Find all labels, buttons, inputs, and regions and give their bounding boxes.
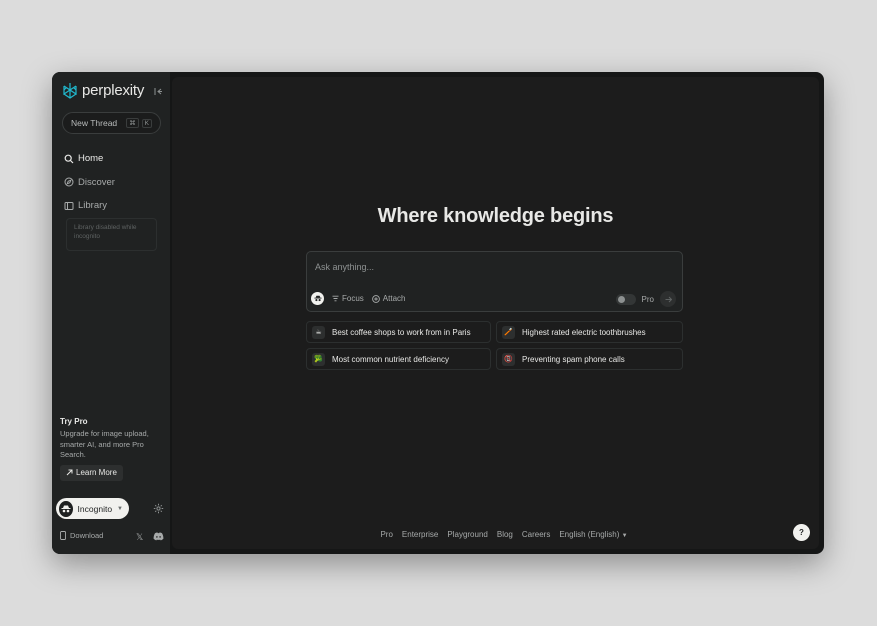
focus-button[interactable]: Focus — [332, 294, 364, 303]
suggestion-card[interactable]: 🥦 Most common nutrient deficiency — [306, 348, 491, 370]
ask-input[interactable] — [315, 260, 675, 274]
sidebar-item-discover[interactable]: Discover — [64, 171, 160, 195]
compass-icon — [64, 177, 74, 187]
pro-label: Pro — [641, 294, 654, 304]
sidebar-item-library[interactable]: Library — [64, 194, 160, 218]
try-pro-panel: Try Pro Upgrade for image upload, smarte… — [60, 417, 166, 481]
footer-link-enterprise[interactable]: Enterprise — [402, 530, 438, 539]
perplexity-logo-icon — [63, 83, 77, 99]
try-pro-description: Upgrade for image upload, smarter AI, an… — [60, 429, 149, 459]
learn-more-button[interactable]: Learn More — [60, 464, 123, 481]
new-thread-label: New Thread — [71, 118, 118, 128]
search-icon — [64, 154, 74, 164]
arrow-right-icon — [665, 296, 672, 302]
discord-icon[interactable] — [153, 532, 164, 541]
brand-logo[interactable]: perplexity — [62, 82, 144, 99]
phone-icon — [60, 531, 66, 540]
sidebar-item-label: Discover — [78, 176, 115, 188]
sidebar-item-label: Home — [78, 153, 104, 165]
pro-controls: Pro — [615, 291, 676, 307]
ask-box: Focus Attach Pro — [306, 251, 683, 312]
broccoli-icon: 🥦 — [312, 352, 325, 366]
library-disabled-notice: Library disabled while incognito — [66, 218, 157, 251]
suggestion-label: Preventing spam phone calls — [522, 354, 625, 364]
suggestion-label: Best coffee shops to work from in Paris — [332, 327, 471, 337]
download-link[interactable]: Download — [60, 531, 103, 540]
suggestion-card[interactable]: 🪥 Highest rated electric toothbrushes — [496, 321, 683, 343]
suggestions-grid: ☕ Best coffee shops to work from in Pari… — [306, 321, 683, 370]
collapse-sidebar-icon[interactable] — [152, 85, 164, 97]
filter-icon — [332, 295, 339, 302]
suggestion-label: Most common nutrient deficiency — [332, 354, 449, 364]
incognito-mode-button[interactable] — [311, 292, 324, 305]
footer-link-playground[interactable]: Playground — [447, 530, 487, 539]
shortcut-key: K — [141, 118, 152, 128]
download-label: Download — [70, 531, 104, 540]
incognito-icon — [61, 505, 71, 512]
suggestion-card[interactable]: 📵 Preventing spam phone calls — [496, 348, 683, 370]
main-panel: Where knowledge begins Focus Attach Pro — [172, 77, 819, 549]
incognito-account-button[interactable]: Incognito ▼ — [56, 498, 129, 519]
chevron-down-icon: ▼ — [621, 533, 628, 539]
focus-label: Focus — [342, 294, 364, 303]
incognito-label: Incognito — [77, 503, 113, 514]
incognito-avatar — [59, 500, 73, 517]
sidebar-item-label: Library — [78, 200, 108, 212]
chevron-down-icon: ▼ — [117, 505, 123, 512]
submit-button[interactable] — [660, 291, 676, 307]
attach-label: Attach — [382, 294, 406, 303]
suggestion-label: Highest rated electric toothbrushes — [522, 327, 646, 337]
gear-icon[interactable] — [153, 503, 164, 514]
language-selector[interactable]: English (English) ▼ — [559, 530, 627, 539]
page-title: Where knowledge begins — [377, 205, 614, 227]
incognito-icon — [313, 295, 322, 302]
suggestion-card[interactable]: ☕ Best coffee shops to work from in Pari… — [306, 321, 491, 343]
coffee-icon: ☕ — [312, 325, 325, 339]
try-pro-title: Try Pro — [60, 417, 88, 426]
help-button[interactable]: ? — [793, 524, 810, 541]
no-phone-icon: 📵 — [502, 352, 515, 366]
brand-name: perplexity — [82, 82, 145, 99]
sidebar-item-home[interactable]: Home — [64, 147, 160, 171]
library-icon — [64, 201, 74, 210]
footer-links: Pro Enterprise Playground Blog Careers E… — [172, 530, 819, 539]
shortcut-mod-key: ⌘ — [126, 118, 139, 128]
language-label: English (English) — [559, 530, 620, 539]
new-thread-button[interactable]: New Thread ⌘ K — [62, 112, 161, 134]
footer-link-careers[interactable]: Careers — [522, 530, 550, 539]
arrow-up-right-icon — [66, 469, 73, 476]
footer-link-blog[interactable]: Blog — [497, 530, 513, 539]
footer-link-pro[interactable]: Pro — [380, 530, 392, 539]
pro-toggle[interactable] — [615, 293, 636, 305]
app-window: perplexity New Thread ⌘ K Home Discover … — [52, 72, 824, 554]
ask-toolbar: Focus Attach — [311, 292, 405, 305]
attach-button[interactable]: Attach — [371, 294, 406, 303]
sidebar-nav: Home Discover Library — [64, 147, 160, 218]
toothbrush-icon: 🪥 — [502, 325, 515, 339]
x-twitter-icon[interactable]: 𝕏 — [136, 532, 143, 543]
learn-more-label: Learn More — [76, 468, 117, 477]
plus-circle-icon — [371, 294, 380, 303]
sidebar: perplexity New Thread ⌘ K Home Discover … — [52, 72, 170, 554]
